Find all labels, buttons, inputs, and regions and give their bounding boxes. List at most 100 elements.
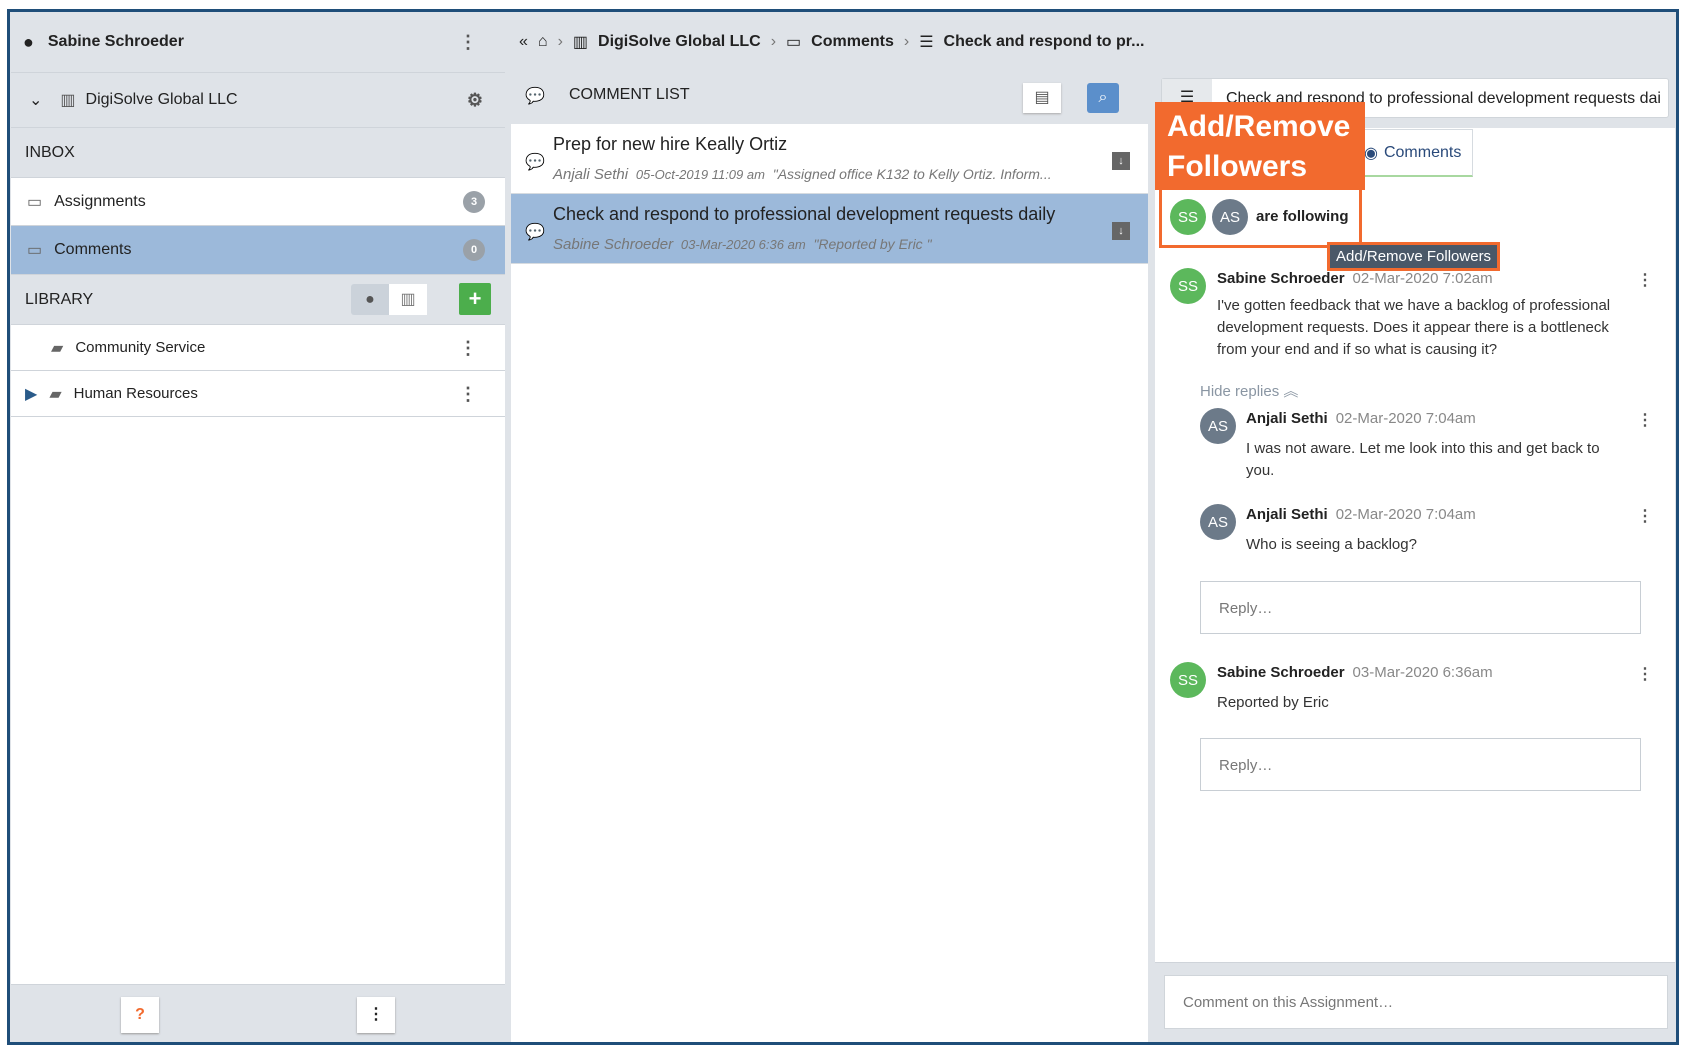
item-label: Comments: [54, 241, 132, 258]
followers-box[interactable]: SS AS are following: [1159, 185, 1362, 248]
archive-icon[interactable]: ↓: [1112, 152, 1130, 170]
avatar: SS: [1170, 268, 1206, 304]
more-icon[interactable]: ⋮: [357, 997, 395, 1033]
library-label: LIBRARY: [25, 290, 94, 308]
comment-input[interactable]: Comment on this Assignment…: [1164, 975, 1668, 1029]
sidebar-item-assignments[interactable]: ▭ Assignments 3: [11, 178, 505, 226]
chevron-up-icon: ︽: [1283, 383, 1299, 400]
inbox-icon: ▭: [27, 193, 43, 211]
user-row[interactable]: ● Sabine Schroeder ⋮: [11, 12, 505, 73]
search-button[interactable]: ⌕: [1087, 83, 1119, 113]
org-row[interactable]: ⌄ ▥ DigiSolve Global LLC ⚙: [11, 73, 505, 128]
reply-input[interactable]: Reply…: [1200, 581, 1641, 634]
more-icon[interactable]: ⋮: [459, 339, 477, 357]
comment-text: Who is seeing a backlog?: [1246, 536, 1417, 553]
comment-list-title: COMMENT LIST: [569, 86, 690, 103]
item-date: 05-Oct-2019 11:09 am: [635, 167, 765, 182]
archive-icon[interactable]: ↓: [1112, 222, 1130, 240]
item-preview: "Assigned office K132 to Kelly Ortiz. In…: [772, 166, 1052, 182]
comment-icon: 💬: [525, 224, 545, 241]
hide-replies-link[interactable]: Hide replies ︽: [1200, 380, 1298, 401]
item-author: Sabine Schroeder: [553, 236, 674, 253]
comment-list-header: 💬 COMMENT LIST ▤ ⌕: [511, 72, 1148, 124]
item-preview: "Reported by Eric ": [813, 236, 932, 252]
item-label: Human Resources: [73, 385, 198, 402]
user-icon: ●: [23, 31, 34, 52]
inbox-icon: ▭: [27, 242, 43, 259]
sidebar-item-comments[interactable]: ▭ Comments 0: [11, 226, 505, 275]
library-item[interactable]: ▶ ▰ Human Resources ⋮: [11, 371, 505, 417]
list-icon: ☰: [919, 34, 934, 51]
item-meta: Sabine Schroeder 03-Mar-2020 6:36 am "Re…: [553, 236, 932, 253]
user-name: Sabine Schroeder: [47, 33, 184, 50]
archive-button[interactable]: ▤: [1023, 83, 1061, 113]
more-icon[interactable]: ⋮: [459, 385, 477, 403]
sidebar-footer: ? ⋮: [11, 984, 505, 1042]
comment-date: 02-Mar-2020 7:02am: [1352, 270, 1493, 287]
comment-author: Sabine Schroeder: [1217, 664, 1345, 681]
comment-text: Reported by Eric: [1217, 694, 1329, 711]
more-icon[interactable]: ⋮: [459, 33, 477, 51]
hide-replies-label: Hide replies: [1200, 383, 1280, 400]
item-meta: Anjali Sethi 05-Oct-2019 11:09 am "Assig…: [553, 166, 1052, 183]
follower-avatar: AS: [1212, 199, 1248, 235]
inbox-header: INBOX: [11, 128, 505, 178]
expand-icon[interactable]: ▶: [25, 384, 37, 404]
comment-date: 03-Mar-2020 6:36am: [1352, 664, 1493, 681]
detail-panel: ☰ Check and respond to professional deve…: [1155, 72, 1675, 1042]
personal-library-toggle[interactable]: ●: [351, 284, 389, 315]
breadcrumb-org[interactable]: DigiSolve Global LLC: [598, 33, 761, 51]
item-author: Anjali Sethi: [553, 166, 629, 183]
comment-icon: 💬: [525, 154, 545, 171]
inbox-label: INBOX: [25, 143, 75, 161]
item-title: Check and respond to professional develo…: [553, 204, 1056, 224]
org-name: DigiSolve Global LLC: [85, 91, 238, 108]
following-text: are following: [1256, 208, 1349, 225]
home-icon[interactable]: ⌂: [538, 33, 548, 51]
chevron-down-icon[interactable]: ⌄: [29, 90, 42, 110]
follower-avatar: SS: [1170, 199, 1206, 235]
item-title: Prep for new hire Keally Ortiz: [553, 134, 788, 154]
tab-label: Comments: [1383, 143, 1462, 161]
reply-input[interactable]: Reply…: [1200, 738, 1641, 791]
gear-icon[interactable]: ⚙: [467, 91, 483, 109]
comment-icon: ◉: [1364, 144, 1378, 162]
book-icon: ▰: [49, 385, 62, 403]
building-icon: ▥: [572, 34, 589, 51]
library-header: LIBRARY ● ▥ +: [11, 275, 505, 325]
more-icon[interactable]: ⋮: [1637, 506, 1653, 526]
tab-comments[interactable]: ◉ Comments: [1351, 129, 1473, 177]
more-icon[interactable]: ⋮: [1637, 664, 1653, 684]
breadcrumb: « ⌂ › ▥ DigiSolve Global LLC › ▭ Comments › ☰…: [511, 12, 1676, 72]
list-item-selected[interactable]: 💬 Check and respond to professional deve…: [511, 194, 1148, 264]
breadcrumb-item[interactable]: Check and respond to pr...: [944, 33, 1145, 51]
item-label: Assignments: [54, 192, 146, 210]
list-item[interactable]: 💬 Prep for new hire Keally Ortiz Anjali …: [511, 124, 1148, 194]
callout-label: Add/Remove Followers: [1155, 102, 1365, 190]
comment-date: 02-Mar-2020 7:04am: [1335, 506, 1476, 523]
count-badge: 3: [463, 190, 485, 213]
collapse-icon[interactable]: «: [519, 33, 528, 51]
avatar: AS: [1200, 408, 1236, 444]
help-icon[interactable]: ?: [121, 997, 159, 1033]
breadcrumb-section[interactable]: Comments: [811, 33, 894, 51]
building-icon: ▥: [60, 92, 76, 109]
item-label: Community Service: [75, 339, 206, 356]
comment-author: Sabine Schroeder: [1217, 270, 1345, 287]
comment-author: Anjali Sethi: [1246, 410, 1328, 427]
item-date: 03-Mar-2020 6:36 am: [680, 237, 806, 252]
avatar: SS: [1170, 662, 1206, 698]
library-item[interactable]: ▰ Community Service ⋮: [11, 325, 505, 371]
inbox-icon: ▭: [786, 34, 802, 51]
comment-text: I was not aware. Let me look into this a…: [1246, 440, 1600, 479]
more-icon[interactable]: ⋮: [1637, 270, 1653, 290]
tooltip: Add/Remove Followers: [1327, 242, 1501, 271]
comment-author: Anjali Sethi: [1246, 506, 1328, 523]
comment-list-panel: 💬 COMMENT LIST ▤ ⌕ 💬 Prep for new hire K…: [511, 72, 1148, 1042]
sidebar: ● Sabine Schroeder ⋮ ⌄ ▥ DigiSolve Globa…: [11, 12, 505, 1042]
add-button[interactable]: +: [459, 283, 491, 315]
more-icon[interactable]: ⋮: [1637, 410, 1653, 430]
org-library-toggle[interactable]: ▥: [389, 284, 427, 315]
count-badge: 0: [463, 239, 485, 261]
book-icon: ▰: [51, 339, 64, 357]
